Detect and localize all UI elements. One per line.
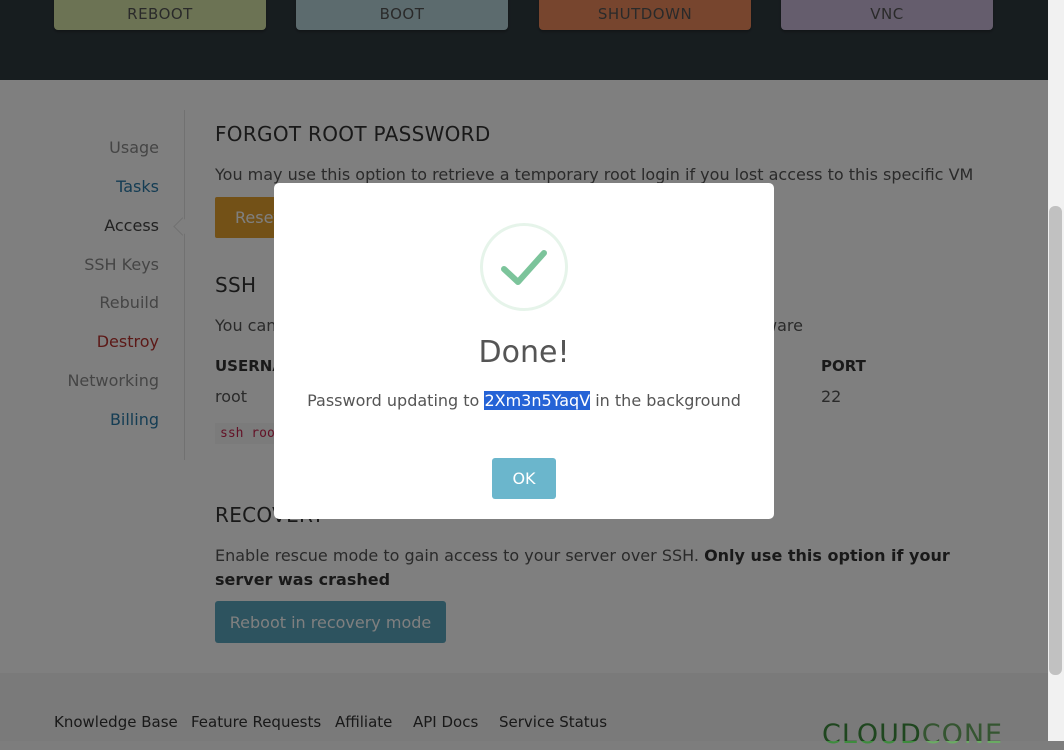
success-dialog: Done! Password updating to 2Xm3n5YaqV in… [274, 183, 774, 519]
new-password[interactable]: 2Xm3n5YaqV [484, 391, 591, 410]
ok-button[interactable]: OK [492, 458, 556, 499]
ok-label: OK [512, 469, 536, 488]
message-before: Password updating to [307, 391, 480, 410]
dialog-message: Password updating to 2Xm3n5YaqV in the b… [274, 391, 774, 410]
check-mark-icon [501, 250, 547, 285]
dialog-title: Done! [478, 335, 570, 370]
scrollbar-thumb[interactable] [1049, 206, 1062, 675]
success-check-icon [480, 223, 568, 311]
message-after: in the background [595, 391, 741, 410]
